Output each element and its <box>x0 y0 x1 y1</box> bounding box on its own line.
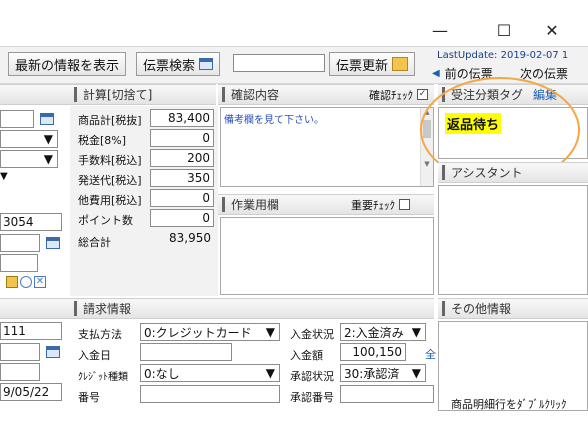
left-value-3[interactable]: 9/05/22 <box>0 383 62 401</box>
confirm-check-label: 確認ﾁｪｯｸ <box>369 88 413 102</box>
payment-status-value: 2:入金済み <box>344 325 404 340</box>
other-bottom-text: 商品明細行をﾀﾞﾌﾞﾙｸﾘｯｸ <box>451 398 567 411</box>
calc-label: 税金[8%] <box>78 134 127 147</box>
last-update-text: LastUpdate: 2019-02-07 1 <box>437 50 569 61</box>
other-header-label: その他情報 <box>451 302 512 316</box>
edit-icon <box>392 57 409 71</box>
payment-amount-label: 入金額 <box>290 349 323 362</box>
dropdown-arrow-icon: ▼ <box>265 366 275 380</box>
calc-value[interactable]: 0 <box>150 189 214 207</box>
total-value: 83,950 <box>169 231 211 245</box>
dropdown-arrow-icon: ▼ <box>265 325 275 339</box>
dropdown-arrow-icon: ▼ <box>43 152 53 166</box>
calc-value[interactable]: 200 <box>150 149 214 167</box>
confirm-text: 備考欄を見て下さい。 <box>224 115 324 126</box>
card-type-label: ｸﾚｼﾞｯﾄ種類 <box>78 372 128 383</box>
left-section-header-2 <box>0 298 70 319</box>
payment-header-label: 請求情報 <box>83 302 132 316</box>
calc-label: 発送代[税込] <box>78 174 142 187</box>
left-input-5[interactable] <box>0 363 40 381</box>
payment-status-select[interactable]: 2:入金済み ▼ <box>340 323 426 341</box>
left-input-4[interactable] <box>0 343 40 361</box>
calc-value[interactable]: 350 <box>150 169 214 187</box>
slip-number-input[interactable] <box>233 54 325 72</box>
window-titlebar: — ☐ ✕ <box>0 14 588 46</box>
other-header: その他情報 <box>438 298 588 319</box>
left-input-2[interactable] <box>0 234 40 252</box>
payment-full-link[interactable]: 全 <box>425 346 436 362</box>
confirm-checkbox[interactable]: ✓ <box>417 89 428 100</box>
left-input-3[interactable] <box>0 254 38 272</box>
work-header: 作業用欄 重要ﾁｪｯｸ <box>218 194 434 215</box>
payment-date-label: 入金日 <box>78 349 111 362</box>
calendar-icon[interactable] <box>46 346 60 358</box>
work-check-label: 重要ﾁｪｯｸ <box>351 198 395 212</box>
other-panel: 商品明細行をﾀﾞﾌﾞﾙｸﾘｯｸ <box>438 321 588 411</box>
approval-status-label: 承認状況 <box>290 370 334 383</box>
minimize-button[interactable]: — <box>420 14 460 46</box>
approval-number-input[interactable] <box>340 385 434 403</box>
calendar-icon[interactable] <box>46 237 60 249</box>
calc-header: 計算[切捨て] <box>70 84 216 105</box>
left-section-header <box>0 84 70 105</box>
card-number-label: 番号 <box>78 391 100 404</box>
left-select-2[interactable]: ▼ <box>0 150 58 168</box>
confirm-header: 確認内容 確認ﾁｪｯｸ ✓ <box>218 84 434 105</box>
calc-header-label: 計算[切捨て] <box>83 88 153 102</box>
assistant-header-label: アシスタント <box>451 166 523 180</box>
close-button[interactable]: ✕ <box>532 14 572 46</box>
left-input-1[interactable] <box>0 110 34 128</box>
show-latest-button[interactable]: 最新の情報を表示 <box>8 52 127 76</box>
search-slip-label: 伝票検索 <box>143 58 196 74</box>
edit-icon[interactable] <box>6 276 18 288</box>
search-slip-button[interactable]: 伝票検索 <box>136 52 221 76</box>
calc-label: 総合計 <box>78 236 111 249</box>
dropdown-arrow-icon: ▼ <box>411 366 421 380</box>
update-slip-button[interactable]: 伝票更新 <box>329 52 416 76</box>
payment-method-select[interactable]: 0:クレジットカード ▼ <box>140 323 280 341</box>
calc-value[interactable]: 0 <box>150 209 214 227</box>
update-slip-label: 伝票更新 <box>336 58 389 74</box>
calc-value[interactable]: 83,400 <box>150 109 214 127</box>
triangle-left-icon: ◀ <box>432 68 440 79</box>
work-header-label: 作業用欄 <box>231 198 280 212</box>
payment-method-value: 0:クレジットカード <box>144 325 252 340</box>
left-value-1[interactable]: 3054 <box>0 213 62 231</box>
dropdown-arrow-icon: ▼ <box>411 325 421 339</box>
confirm-textarea[interactable]: 備考欄を見て下さい。 ▲ ▼ <box>220 107 434 187</box>
calendar-icon[interactable] <box>40 113 54 125</box>
calc-label: 手数料[税込] <box>78 154 142 167</box>
card-number-input[interactable] <box>140 385 280 403</box>
chat-icon[interactable] <box>20 276 32 288</box>
left-select-1[interactable]: ▼ <box>0 130 58 148</box>
assistant-header: アシスタント <box>438 162 588 183</box>
show-latest-label: 最新の情報を表示 <box>15 58 120 74</box>
payment-amount-value[interactable]: 100,150 <box>340 343 406 361</box>
approval-status-value: 30:承認済 <box>344 366 400 381</box>
calc-value[interactable]: 0 <box>150 129 214 147</box>
payment-date-input[interactable] <box>140 343 232 361</box>
confirm-header-label: 確認内容 <box>231 88 280 102</box>
scroll-down-icon[interactable]: ▼ <box>421 160 433 168</box>
important-checkbox[interactable] <box>399 199 410 210</box>
approval-status-select[interactable]: 30:承認済 ▼ <box>340 364 426 382</box>
approval-number-label: 承認番号 <box>290 391 334 404</box>
left-select-3[interactable]: ▼ <box>0 171 8 182</box>
left-icon-row: ✕ <box>6 276 56 290</box>
card-type-value: 0:なし <box>144 366 180 381</box>
maximize-button[interactable]: ☐ <box>484 14 524 46</box>
dropdown-arrow-icon: ▼ <box>43 132 53 146</box>
left-value-2[interactable]: 111 <box>0 322 62 340</box>
payment-header: 請求情報 <box>70 298 434 319</box>
card-type-select[interactable]: 0:なし ▼ <box>140 364 280 382</box>
payment-status-label: 入金状況 <box>290 328 334 341</box>
close-box-icon[interactable]: ✕ <box>34 276 46 288</box>
table-icon <box>199 58 214 70</box>
calc-label: 商品計[税抜] <box>78 114 142 127</box>
work-textarea[interactable] <box>220 217 434 295</box>
payment-method-label: 支払方法 <box>78 328 122 341</box>
calc-label: ポイント数 <box>78 214 133 227</box>
assistant-panel <box>438 185 588 295</box>
calc-label: 他費用[税込] <box>78 194 142 207</box>
